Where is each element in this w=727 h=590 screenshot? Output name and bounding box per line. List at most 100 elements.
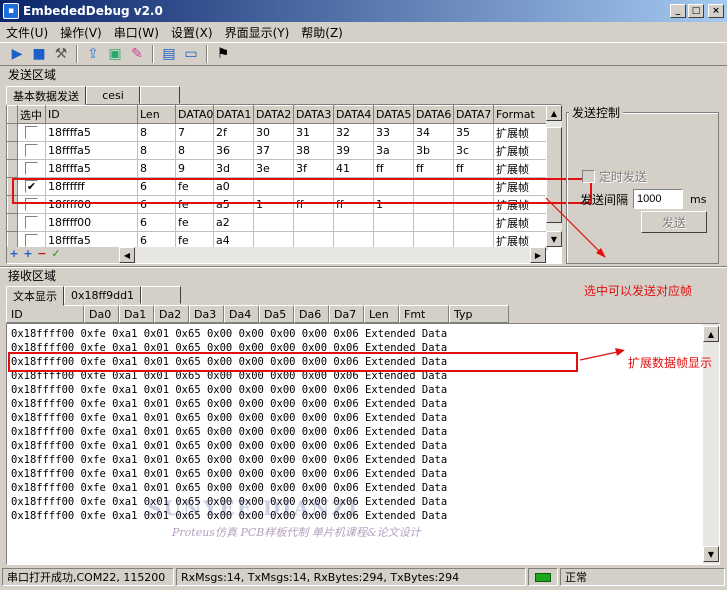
close-button[interactable]: × <box>708 4 724 18</box>
row-checkbox[interactable] <box>25 144 38 158</box>
menu-serial[interactable]: 串口(W) <box>108 24 165 41</box>
cell-data[interactable]: 39 <box>333 141 374 160</box>
recv-line[interactable]: 0x18ffff00 0xfe 0xa1 0x01 0x65 0x00 0x00… <box>11 327 447 341</box>
row-select-cell[interactable] <box>17 123 46 142</box>
send-row[interactable]: 18ffffa5 8 9 3d 3e 3f 41 ff ff ff 扩展帧 <box>7 159 548 178</box>
cell-format[interactable]: 扩展帧 <box>493 159 548 178</box>
cell-data[interactable]: 36 <box>213 141 254 160</box>
menu-file[interactable]: 文件(U) <box>0 24 54 41</box>
cell-data[interactable]: ff <box>413 159 454 178</box>
cell-data[interactable] <box>293 213 334 232</box>
cell-data[interactable]: fe <box>175 213 214 232</box>
cell-data[interactable]: 3a <box>373 141 414 160</box>
cell-data[interactable]: 3c <box>453 141 494 160</box>
cell-data[interactable]: 8 <box>175 141 214 160</box>
insert-row-button[interactable]: + <box>21 247 35 263</box>
maximize-button[interactable]: □ <box>688 4 704 18</box>
layout-top-button[interactable]: ▤ <box>158 43 180 65</box>
tab-text-display[interactable]: 文本显示 <box>6 286 64 306</box>
run-button[interactable]: ▶ <box>6 43 28 65</box>
cell-data[interactable]: ff <box>373 159 414 178</box>
recv-line[interactable]: 0x18ffff00 0xfe 0xa1 0x01 0x65 0x00 0x00… <box>11 411 447 425</box>
scroll-up-button[interactable]: ▲ <box>546 105 562 121</box>
cell-data[interactable]: 37 <box>253 141 294 160</box>
col-header[interactable]: DATA7 <box>453 105 494 124</box>
recv-line[interactable]: 0x18ffff00 0xfe 0xa1 0x01 0x65 0x00 0x00… <box>11 397 447 411</box>
cell-id[interactable]: 18ffffa5 <box>45 123 138 142</box>
cell-len[interactable]: 6 <box>137 213 176 232</box>
cell-id[interactable]: 18ffff00 <box>45 213 138 232</box>
recv-line[interactable]: 0x18ffff00 0xfe 0xa1 0x01 0x65 0x00 0x00… <box>11 453 447 467</box>
send-row[interactable]: 18ffff00 6 fe a2 扩展帧 <box>7 213 548 232</box>
cell-id[interactable]: 18ffffa5 <box>45 141 138 160</box>
timer-send-checkbox[interactable] <box>582 170 595 183</box>
cell-data[interactable]: 32 <box>333 123 374 142</box>
cell-data[interactable]: 9 <box>175 159 214 178</box>
recv-col-header[interactable]: Len <box>364 305 399 323</box>
col-header[interactable]: ID <box>45 105 138 124</box>
tab-empty[interactable] <box>140 86 180 104</box>
recv-line[interactable]: 0x18ffff00 0xfe 0xa1 0x01 0x65 0x00 0x00… <box>11 481 447 495</box>
cell-data[interactable]: 30 <box>253 123 294 142</box>
col-header[interactable]: 选中 <box>17 105 46 124</box>
minimize-button[interactable]: _ <box>670 4 686 18</box>
cell-len[interactable]: 8 <box>137 123 176 142</box>
col-header[interactable]: Format <box>493 105 548 124</box>
col-header[interactable]: Len <box>137 105 176 124</box>
cell-data[interactable]: 33 <box>373 123 414 142</box>
cell-data[interactable]: 35 <box>453 123 494 142</box>
cell-data[interactable] <box>453 213 494 232</box>
row-header[interactable] <box>7 141 18 160</box>
cell-data[interactable]: a2 <box>213 213 254 232</box>
row-header[interactable] <box>7 159 18 178</box>
send-hscroll[interactable]: ◀ ▶ <box>119 247 546 263</box>
row-header[interactable] <box>7 123 18 142</box>
send-row[interactable]: 18ffffa5 8 7 2f 30 31 32 33 34 35 扩展帧 <box>7 123 548 142</box>
scroll-down-button[interactable]: ▼ <box>703 546 719 562</box>
splitter[interactable] <box>0 266 727 268</box>
cell-format[interactable]: 扩展帧 <box>493 141 548 160</box>
row-select-cell[interactable] <box>17 159 46 178</box>
confirm-row-button[interactable]: ✓ <box>49 247 63 263</box>
recv-col-header[interactable]: Typ <box>449 305 509 323</box>
col-header[interactable]: DATA4 <box>333 105 374 124</box>
cell-data[interactable] <box>413 213 454 232</box>
cell-data[interactable]: 3e <box>253 159 294 178</box>
row-checkbox[interactable] <box>25 216 38 230</box>
recv-line[interactable]: 0x18ffff00 0xfe 0xa1 0x01 0x65 0x00 0x00… <box>11 383 447 397</box>
recv-col-header[interactable]: Da6 <box>294 305 329 323</box>
recv-col-header[interactable]: Da7 <box>329 305 364 323</box>
add-row-button[interactable]: + <box>7 247 21 263</box>
col-header[interactable]: DATA6 <box>413 105 454 124</box>
tab-empty[interactable] <box>141 286 182 304</box>
cell-data[interactable]: 38 <box>293 141 334 160</box>
delete-row-button[interactable]: − <box>35 247 49 263</box>
recv-col-header[interactable]: Fmt <box>399 305 449 323</box>
layout-bottom-button[interactable]: ▭ <box>180 43 202 65</box>
cell-data[interactable]: 3d <box>213 159 254 178</box>
scroll-up-button[interactable]: ▲ <box>703 326 719 342</box>
row-header[interactable] <box>7 213 18 232</box>
recv-col-header[interactable]: Da5 <box>259 305 294 323</box>
tab-basic-send[interactable]: 基本数据发送 <box>6 86 86 105</box>
col-header[interactable]: DATA0 <box>175 105 214 124</box>
recv-col-header[interactable]: ID <box>6 305 84 323</box>
recv-col-header[interactable]: Da1 <box>119 305 154 323</box>
interval-input[interactable] <box>633 189 683 209</box>
cell-format[interactable]: 扩展帧 <box>493 123 548 142</box>
stop-button[interactable]: ■ <box>28 43 50 65</box>
send-row[interactable]: 18ffffa5 8 8 36 37 38 39 3a 3b 3c 扩展帧 <box>7 141 548 160</box>
scroll-left-button[interactable]: ◀ <box>119 247 135 263</box>
recv-col-header[interactable]: Da0 <box>84 305 119 323</box>
cell-data[interactable]: 3b <box>413 141 454 160</box>
send-button[interactable]: 发送 <box>641 211 707 233</box>
recv-line[interactable]: 0x18ffff00 0xfe 0xa1 0x01 0x65 0x00 0x00… <box>11 439 447 453</box>
recv-line[interactable]: 0x18ffff00 0xfe 0xa1 0x01 0x65 0x00 0x00… <box>11 467 447 481</box>
cell-data[interactable]: 34 <box>413 123 454 142</box>
menu-settings[interactable]: 设置(X) <box>165 24 219 41</box>
row-select-cell[interactable] <box>17 141 46 160</box>
cell-data[interactable]: 7 <box>175 123 214 142</box>
row-checkbox[interactable] <box>25 162 38 176</box>
recv-line[interactable]: 0x18ffff00 0xfe 0xa1 0x01 0x65 0x00 0x00… <box>11 425 447 439</box>
col-header[interactable]: DATA1 <box>213 105 254 124</box>
